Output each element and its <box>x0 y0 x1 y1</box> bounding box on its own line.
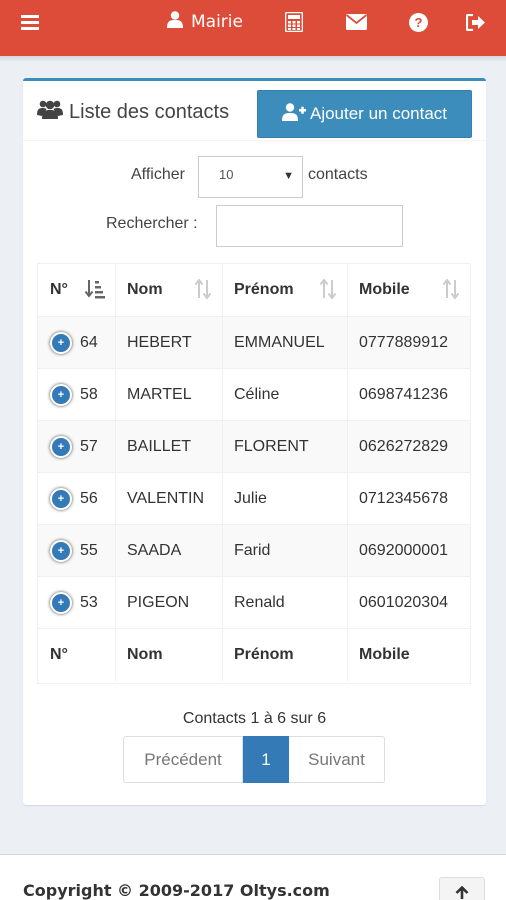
table-row[interactable]: +58 MARTEL Céline 0698741236 <box>38 368 470 421</box>
sort-icon <box>319 278 337 305</box>
show-label: Afficher <box>131 166 185 183</box>
expand-row-icon[interactable]: + <box>50 332 72 354</box>
table-header: N° Nom Prénom Mobile <box>38 264 470 316</box>
cell-nom: MARTEL <box>115 369 222 421</box>
svg-text:?: ? <box>414 15 422 30</box>
footer-mobile: Mobile <box>347 629 470 681</box>
cell-num: 64 <box>80 334 98 351</box>
sort-desc-icon <box>84 278 105 305</box>
cell-nom: BAILLET <box>115 421 222 473</box>
contacts-box: Liste des contacts Ajouter un contact Af… <box>23 78 486 805</box>
next-page-button[interactable]: Suivant <box>289 736 385 783</box>
search-input[interactable] <box>216 205 403 247</box>
footer-prenom: Prénom <box>222 629 347 681</box>
table-row[interactable]: +55 SAADA Farid 0692000001 <box>38 524 470 577</box>
header-nom[interactable]: Nom <box>115 264 222 316</box>
table-row[interactable]: +53 PIGEON Renald 0601020304 <box>38 576 470 629</box>
add-contact-label: Ajouter un contact <box>309 104 448 123</box>
pagination: Précédent 1 Suivant <box>123 736 385 783</box>
caret-down-icon: ▼ <box>283 170 294 182</box>
user-label: Mairie <box>191 12 243 32</box>
cell-num: 57 <box>80 438 98 455</box>
top-navbar: Mairie ? <box>0 0 506 56</box>
box-header: Liste des contacts Ajouter un contact <box>23 81 486 141</box>
calculator-icon[interactable] <box>280 0 308 44</box>
sort-icon <box>442 278 460 305</box>
contacts-label: contacts <box>308 166 368 183</box>
add-contact-button[interactable]: Ajouter un contact <box>257 90 472 138</box>
expand-row-icon[interactable]: + <box>50 592 72 614</box>
previous-page-button[interactable]: Précédent <box>123 736 243 783</box>
arrow-up-icon <box>455 885 469 900</box>
contacts-table: N° Nom Prénom Mobile +64 HEBERT EMMANUEL… <box>37 263 471 684</box>
table-row[interactable]: +56 VALENTIN Julie 0712345678 <box>38 472 470 525</box>
sign-out-icon[interactable] <box>462 0 490 44</box>
cell-nom: SAADA <box>115 525 222 577</box>
expand-row-icon[interactable]: + <box>50 540 72 562</box>
header-mobile[interactable]: Mobile <box>347 264 470 316</box>
cell-num: 58 <box>80 386 98 403</box>
user-menu[interactable]: Mairie <box>160 0 250 44</box>
question-icon[interactable]: ? <box>404 0 432 44</box>
user-icon <box>167 11 183 33</box>
menu-icon[interactable] <box>12 0 48 44</box>
cell-nom: PIGEON <box>115 577 222 629</box>
table-row[interactable]: +57 BAILLET FLORENT 0626272829 <box>38 420 470 473</box>
cell-prenom: Renald <box>222 577 347 629</box>
user-plus-icon <box>281 102 310 126</box>
expand-row-icon[interactable]: + <box>50 436 72 458</box>
page-length-select[interactable]: 10 ▼ <box>198 156 303 198</box>
cell-mobile: 0712345678 <box>347 473 470 525</box>
expand-row-icon[interactable]: + <box>50 488 72 510</box>
users-icon <box>37 99 69 125</box>
table-footer: N° Nom Prénom Mobile <box>38 628 470 681</box>
footer-nom: Nom <box>115 629 222 681</box>
cell-num: 55 <box>80 542 98 559</box>
cell-nom: VALENTIN <box>115 473 222 525</box>
cell-mobile: 0692000001 <box>347 525 470 577</box>
cell-num: 53 <box>80 594 98 611</box>
scroll-top-button[interactable] <box>439 877 485 900</box>
page-length-value: 10 <box>219 167 234 182</box>
cell-mobile: 0698741236 <box>347 369 470 421</box>
sort-icon <box>194 278 212 305</box>
cell-nom: HEBERT <box>115 317 222 369</box>
header-num[interactable]: N° <box>38 264 115 316</box>
table-info: Contacts 1 à 6 sur 6 <box>182 710 327 727</box>
header-prenom[interactable]: Prénom <box>222 264 347 316</box>
cell-prenom: Farid <box>222 525 347 577</box>
envelope-icon[interactable] <box>342 0 370 44</box>
expand-row-icon[interactable]: + <box>50 384 72 406</box>
search-label: Rechercher : <box>106 215 198 232</box>
table-row[interactable]: +64 HEBERT EMMANUEL 0777889912 <box>38 316 470 369</box>
topbar-shadow <box>0 56 506 62</box>
box-title-text: Liste des contacts <box>69 100 230 123</box>
cell-mobile: 0777889912 <box>347 317 470 369</box>
copyright-text: Copyright © 2009-2017 Oltys.com <box>23 881 330 900</box>
cell-prenom: FLORENT <box>222 421 347 473</box>
cell-prenom: Céline <box>222 369 347 421</box>
cell-num: 56 <box>80 490 98 507</box>
cell-mobile: 0626272829 <box>347 421 470 473</box>
box-title: Liste des contacts <box>37 99 229 125</box>
page-footer: Copyright © 2009-2017 Oltys.com <box>0 854 506 900</box>
footer-num: N° <box>50 646 68 663</box>
cell-prenom: Julie <box>222 473 347 525</box>
cell-prenom: EMMANUEL <box>222 317 347 369</box>
page-1-button[interactable]: 1 <box>243 736 289 783</box>
cell-mobile: 0601020304 <box>347 577 470 629</box>
